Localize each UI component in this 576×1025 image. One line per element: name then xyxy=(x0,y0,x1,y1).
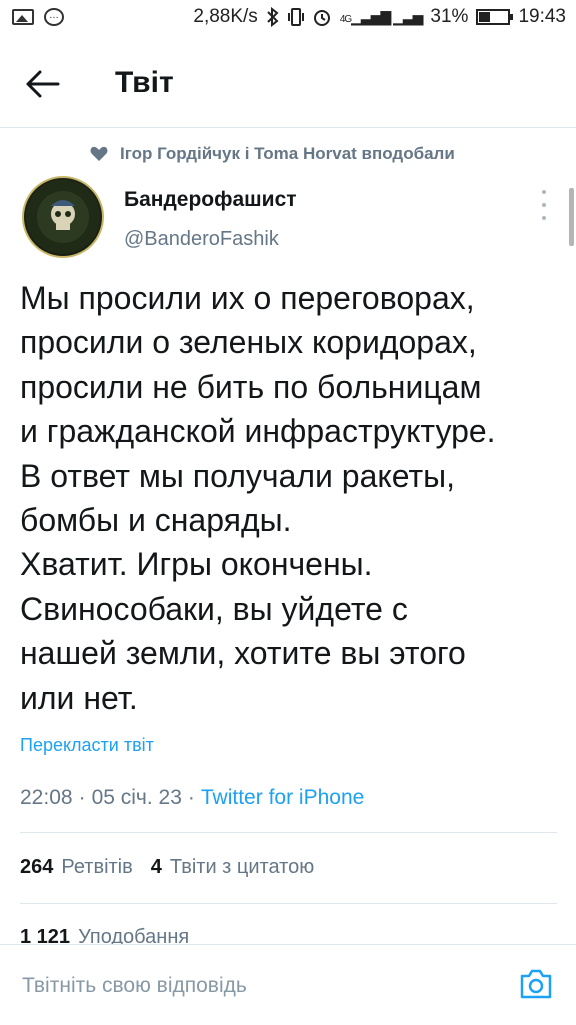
tweet-line: Мы просили их о переговорах, xyxy=(20,280,475,316)
reply-bar xyxy=(0,944,576,1025)
back-button[interactable] xyxy=(22,64,66,104)
divider xyxy=(20,832,557,833)
message-icon: … xyxy=(44,8,64,26)
meta-separator: · xyxy=(78,786,86,809)
tweet-line: нашей земли, хотите вы этого xyxy=(20,635,466,672)
status-bar: … 2,88K/s 4G▁▃▅▇ ▁▃▅ 31% 19:43 xyxy=(0,0,576,38)
vibrate-icon xyxy=(287,8,304,26)
retweets-stat[interactable]: 264 Ретвітів xyxy=(20,856,133,879)
translate-tweet-link[interactable]: Перекласти твіт xyxy=(20,735,154,756)
arrow-left-icon xyxy=(26,70,60,98)
tweet-line: просили о зеленых коридорах, xyxy=(20,324,477,361)
status-time: 19:43 xyxy=(518,6,566,27)
tweet-line: просили не бить по больницам xyxy=(20,368,482,405)
tweet-date: 05 січ. 23 xyxy=(91,786,182,809)
author-handle[interactable]: @BanderoFashik xyxy=(124,228,279,251)
avatar[interactable] xyxy=(22,176,104,258)
more-options-button[interactable] xyxy=(534,190,554,220)
tweet-line: Хватит. Игры окончены. xyxy=(20,546,373,583)
likes-count: 1 121 xyxy=(20,926,71,944)
quotes-count: 4 xyxy=(150,856,162,878)
reply-input[interactable] xyxy=(22,971,492,1001)
tweet-time: 22:08 xyxy=(20,786,73,809)
header-divider xyxy=(0,127,576,128)
tweet-line: Свинособаки, вы уйдете с xyxy=(20,590,408,627)
divider xyxy=(20,903,557,904)
meta-separator: · xyxy=(187,786,195,809)
liked-by-text: Ігор Гордійчук і Toma Horvat вподобали xyxy=(120,144,455,163)
battery-percent: 31% xyxy=(430,6,469,27)
network-speed: 2,88K/s xyxy=(193,6,258,27)
bluetooth-icon xyxy=(267,7,279,27)
dot-icon xyxy=(542,203,546,207)
tweet-line: В ответ мы получали ракеты, xyxy=(20,457,456,494)
battery-icon xyxy=(476,9,514,25)
tweet-line: или нет. xyxy=(20,679,138,716)
header: Твіт xyxy=(0,38,576,128)
camera-button[interactable] xyxy=(518,967,554,1001)
quotes-label: Твіти з цитатою xyxy=(169,856,315,878)
camera-icon xyxy=(520,969,552,999)
retweets-label: Ретвітів xyxy=(61,856,133,878)
retweets-count: 264 xyxy=(20,856,54,878)
page-title: Твіт xyxy=(115,66,174,99)
social-context[interactable]: Ігор Гордійчук і Toma Horvat вподобали xyxy=(90,144,455,164)
heart-icon xyxy=(90,146,108,161)
signal-icon: 4G▁▃▅▇ ▁▃▅ xyxy=(339,8,424,25)
image-icon xyxy=(12,9,34,25)
likes-label: Уподобання xyxy=(78,926,190,944)
engagement-stats: 264 Ретвітів 4 Твіти з цитатою xyxy=(20,856,332,879)
alarm-icon xyxy=(313,10,330,26)
quotes-stat[interactable]: 4 Твіти з цитатою xyxy=(151,856,314,879)
scrollbar[interactable] xyxy=(569,188,574,246)
tweet-meta: 22:08 · 05 січ. 23 · Twitter for iPhone xyxy=(20,786,364,810)
tweet-source-link[interactable]: Twitter for iPhone xyxy=(201,786,364,810)
tweet-line: бомбы и снаряды. xyxy=(20,502,292,539)
tweet-text: Мы просили их о переговорах, просили о з… xyxy=(20,276,565,720)
likes-stat[interactable]: 1 121 Уподобання xyxy=(20,926,189,944)
dot-icon xyxy=(542,190,546,194)
author-name[interactable]: Бандерофашист xyxy=(124,188,297,212)
tweet-line: и гражданской инфраструктуре. xyxy=(20,413,496,450)
dot-icon xyxy=(542,216,546,220)
skull-emblem-icon xyxy=(26,180,100,254)
